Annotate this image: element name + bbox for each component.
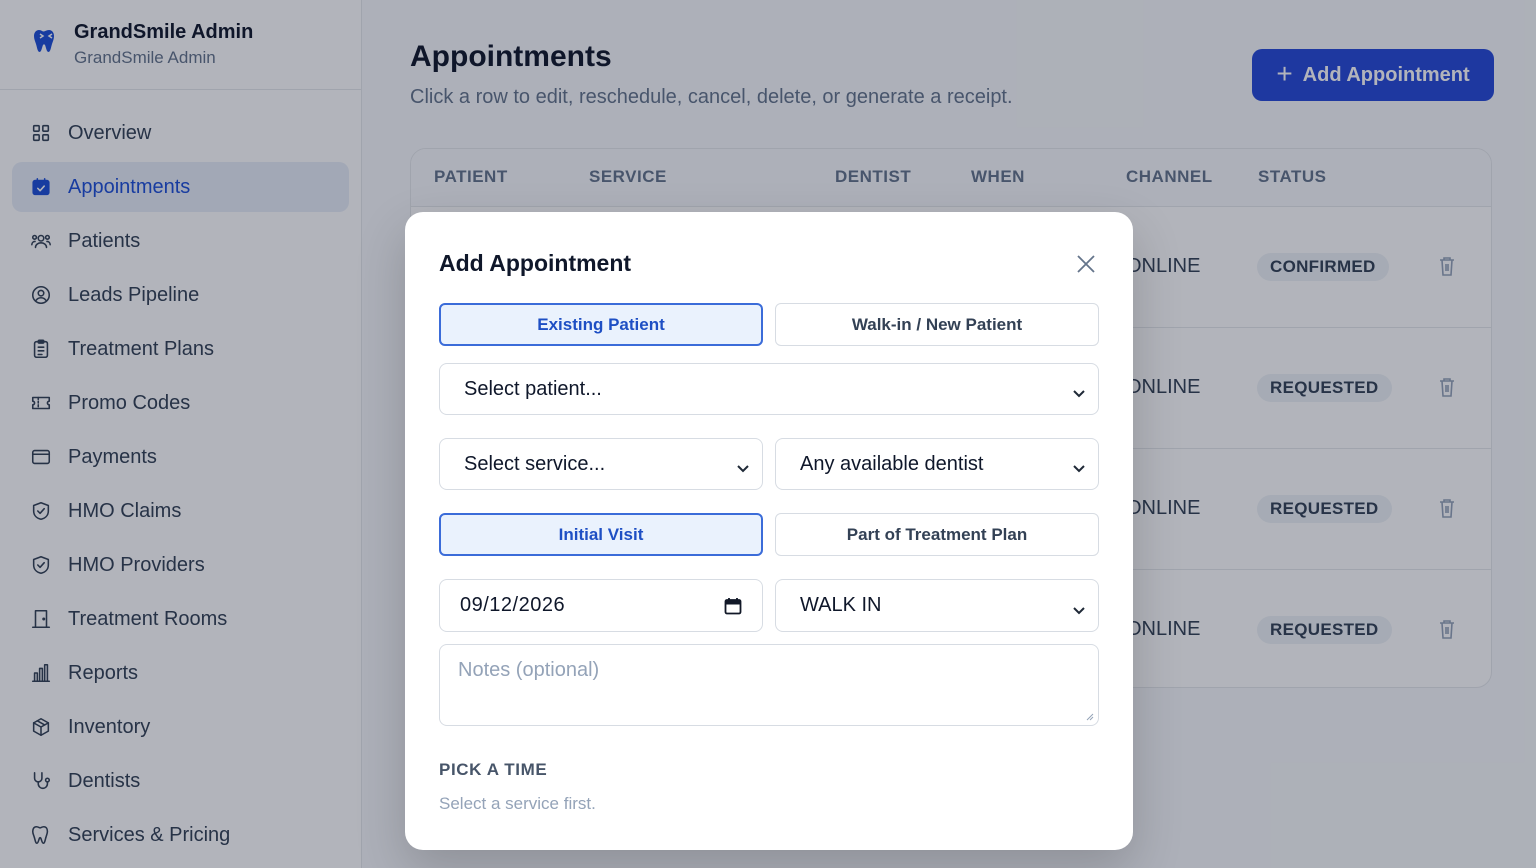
date-input[interactable]: 09/12/2026 [439,579,763,632]
chevron-down-icon [1072,383,1086,398]
modal-title: Add Appointment [439,250,632,276]
channel-select-value: WALK IN [800,594,882,616]
existing-patient-toggle[interactable]: Existing Patient [439,303,763,346]
notes-textarea[interactable]: Notes (optional) [439,644,1099,726]
date-input-value: 09/12/2026 [460,594,566,616]
patient-select[interactable]: Select patient... [439,363,1099,415]
initial-visit-toggle[interactable]: Initial Visit [439,513,763,556]
chevron-down-icon [736,458,750,473]
chevron-down-icon [1072,458,1086,473]
pick-time-hint: Select a service first. [439,794,596,813]
dentist-select[interactable]: Any available dentist [775,438,1099,490]
notes-placeholder: Notes (optional) [458,659,600,681]
pick-time-label: PICK A TIME [439,760,548,779]
patient-select-value: Select patient... [464,377,602,400]
resize-grip-icon[interactable] [1084,711,1094,721]
service-select[interactable]: Select service... [439,438,763,490]
close-icon[interactable] [1075,253,1097,275]
calendar-icon[interactable] [724,597,742,615]
chevron-down-icon [1072,600,1086,614]
walk-in-new-patient-toggle[interactable]: Walk-in / New Patient [775,303,1099,346]
add-appointment-modal: Add Appointment Existing Patient Walk-in… [405,212,1133,850]
treatment-plan-toggle[interactable]: Part of Treatment Plan [775,513,1099,556]
dentist-select-value: Any available dentist [800,452,984,475]
channel-select[interactable]: WALK IN [775,579,1099,632]
service-select-value: Select service... [464,452,606,475]
